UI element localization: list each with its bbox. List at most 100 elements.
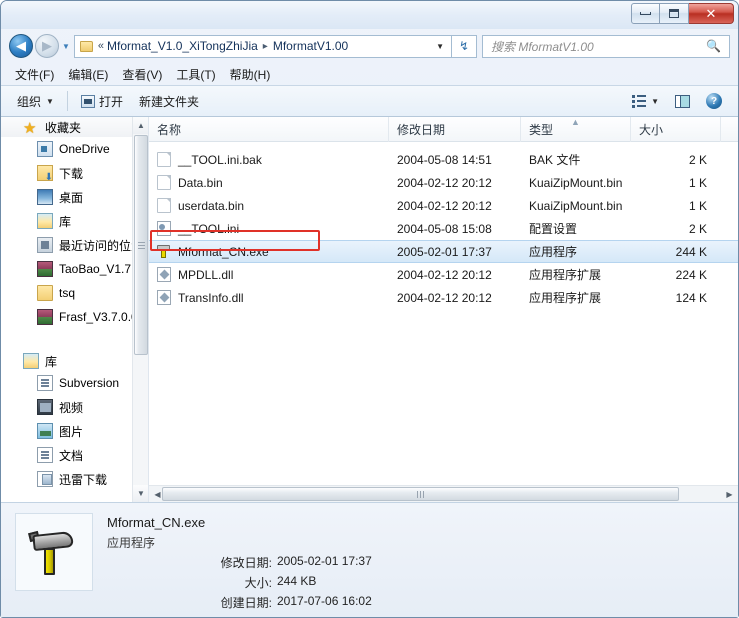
cell-date: 2004-02-12 20:12	[397, 267, 492, 282]
hscroll-right-button[interactable]: ▶	[721, 486, 738, 503]
minimize-button[interactable]	[631, 3, 660, 24]
sidebar-scroll-thumb[interactable]	[134, 135, 148, 355]
table-row[interactable]: TransInfo.dll 2004-02-12 20:12 应用程序扩展 12…	[149, 286, 738, 309]
refresh-button[interactable]: ↯	[451, 34, 477, 58]
file-name: __TOOL.ini.bak	[178, 152, 262, 167]
chevron-down-icon: ▼	[137, 489, 145, 498]
sidebar-scroll-down-button[interactable]: ▼	[133, 485, 148, 502]
breadcrumb-bar[interactable]: « Mformat_V1.0_XiTongZhiJia ▸ MformatV1.…	[73, 34, 452, 58]
help-button[interactable]: ?	[698, 89, 730, 113]
menu-item-view[interactable]: 查看(V)	[122, 66, 162, 83]
table-row[interactable]: __TOOL.ini 2004-05-08 15:08 配置设置 2 K	[149, 217, 738, 240]
back-button[interactable]: ◀	[9, 34, 33, 58]
sidebar-group-favorites[interactable]: 收藏夹	[1, 117, 148, 137]
sidebar-item-downloads[interactable]: 下载	[1, 161, 148, 185]
file-name: TransInfo.dll	[178, 290, 244, 305]
table-row-selected[interactable]: Mformat_CN.exe 2005-02-01 17:37 应用程序 244…	[149, 240, 738, 263]
books-icon	[37, 309, 53, 325]
menu-item-help[interactable]: 帮助(H)	[230, 66, 271, 83]
star-icon	[23, 119, 39, 135]
downloads-icon	[37, 165, 53, 183]
maximize-icon	[669, 9, 679, 18]
details-field-size: 大小: 244 KB	[107, 574, 372, 591]
sidebar-scrollbar[interactable]: ▲ ▼	[132, 117, 148, 502]
cell-size: 1 K	[688, 198, 707, 213]
sidebar-item-library[interactable]: 库	[1, 209, 148, 233]
sidebar-scroll-up-button[interactable]: ▲	[133, 117, 148, 134]
cell-size: 2 K	[688, 152, 707, 167]
horizontal-scrollbar[interactable]: ◀ ▶	[149, 485, 738, 502]
breadcrumb-separator-icon[interactable]: ▸	[263, 41, 268, 52]
search-icon: 🔍	[706, 39, 721, 53]
sidebar-item-thunder-download[interactable]: 迅雷下载	[1, 467, 148, 491]
column-header-size[interactable]: 大小	[631, 117, 721, 142]
documents-icon	[37, 447, 53, 463]
document-icon	[37, 375, 53, 391]
breadcrumb-item-current[interactable]: MformatV1.00	[273, 39, 348, 53]
menu-item-file[interactable]: 文件(F)	[15, 66, 54, 83]
sidebar-item-documents[interactable]: 文档	[1, 443, 148, 467]
open-icon	[80, 94, 95, 108]
sidebar-item-videos[interactable]: 视频	[1, 395, 148, 419]
help-icon: ?	[706, 93, 722, 109]
preview-pane-button[interactable]	[667, 89, 698, 113]
organize-button[interactable]: 组织 ▼	[9, 89, 62, 113]
dll-file-icon	[157, 290, 171, 305]
column-header-date[interactable]: 修改日期	[389, 117, 521, 142]
sidebar-item-desktop[interactable]: 桌面	[1, 185, 148, 209]
books-icon	[37, 261, 53, 277]
sidebar-item-tsq[interactable]: tsq	[1, 281, 148, 305]
blank-file-icon	[157, 175, 171, 190]
open-button[interactable]: 打开	[73, 89, 131, 113]
details-file-type: 应用程序	[107, 536, 156, 550]
sidebar-item-pictures[interactable]: 图片	[1, 419, 148, 443]
close-button[interactable]: ✕	[689, 3, 734, 24]
history-dropdown-icon[interactable]: ▼	[62, 42, 70, 51]
file-list-pane: 名称 修改日期 类型 ▲ 大小 __TOOL.ini.bak 2004-05-0…	[149, 117, 738, 502]
file-name: Data.bin	[178, 175, 223, 190]
cell-date: 2004-05-08 15:08	[397, 221, 492, 236]
breadcrumb-dropdown-icon[interactable]: ▼	[436, 42, 444, 51]
chevron-up-icon: ▲	[137, 121, 145, 130]
cell-name: __TOOL.ini	[149, 217, 389, 240]
sidebar-group-libraries[interactable]: 库	[1, 351, 148, 371]
cell-size: 124 K	[675, 290, 707, 305]
preview-pane-icon	[675, 94, 690, 108]
change-view-button[interactable]: ▼	[624, 89, 667, 113]
sidebar-item-subversion[interactable]: Subversion	[1, 371, 148, 395]
recent-places-icon	[37, 237, 53, 253]
content-area: 收藏夹 OneDrive 下载 桌面 库 最近访问的位置	[1, 117, 738, 502]
sidebar-item-onedrive[interactable]: OneDrive	[1, 137, 148, 161]
pictures-icon	[37, 423, 53, 439]
menu-item-tools[interactable]: 工具(T)	[176, 66, 215, 83]
column-header-type[interactable]: 类型 ▲	[521, 117, 631, 142]
table-row[interactable]: Data.bin 2004-02-12 20:12 KuaiZipMount.b…	[149, 171, 738, 194]
new-folder-label: 新建文件夹	[138, 94, 199, 109]
file-name: MPDLL.dll	[178, 267, 234, 282]
forward-button[interactable]: ▶	[35, 34, 59, 58]
sidebar-item-frasf[interactable]: Frasf_V3.7.0.0	[1, 305, 148, 329]
table-row[interactable]: userdata.bin 2004-02-12 20:12 KuaiZipMou…	[149, 194, 738, 217]
table-row[interactable]: MPDLL.dll 2004-02-12 20:12 应用程序扩展 224 K	[149, 263, 738, 286]
chevron-down-icon: ▼	[651, 96, 659, 106]
column-header-name[interactable]: 名称	[149, 117, 389, 142]
close-icon: ✕	[705, 5, 717, 21]
blank-file-icon	[157, 198, 171, 213]
dll-file-icon	[157, 267, 171, 282]
back-arrow-icon: ◀	[16, 38, 26, 53]
sidebar-group-label: 收藏夹	[45, 120, 82, 135]
sidebar-item-label: 迅雷下载	[59, 472, 108, 487]
table-row[interactable]: __TOOL.ini.bak 2004-05-08 14:51 BAK 文件 2…	[149, 148, 738, 171]
cell-date: 2004-02-12 20:12	[397, 290, 492, 305]
command-toolbar: 组织 ▼ 打开 新建文件夹 ▼ ?	[1, 85, 738, 117]
sidebar-item-recent-places[interactable]: 最近访问的位置	[1, 233, 148, 257]
breadcrumb-overflow-icon[interactable]: «	[98, 40, 104, 52]
maximize-button[interactable]	[660, 3, 689, 24]
sidebar-item-taobao[interactable]: TaoBao_V1.7.	[1, 257, 148, 281]
hscroll-thumb[interactable]	[162, 487, 679, 501]
menu-item-edit[interactable]: 编辑(E)	[68, 66, 108, 83]
new-folder-button[interactable]: 新建文件夹	[131, 89, 207, 113]
search-input[interactable]: 搜索 MformatV1.00	[483, 38, 706, 55]
search-box[interactable]: 搜索 MformatV1.00 🔍	[482, 34, 730, 58]
breadcrumb-item-parent[interactable]: Mformat_V1.0_XiTongZhiJia	[107, 39, 258, 53]
